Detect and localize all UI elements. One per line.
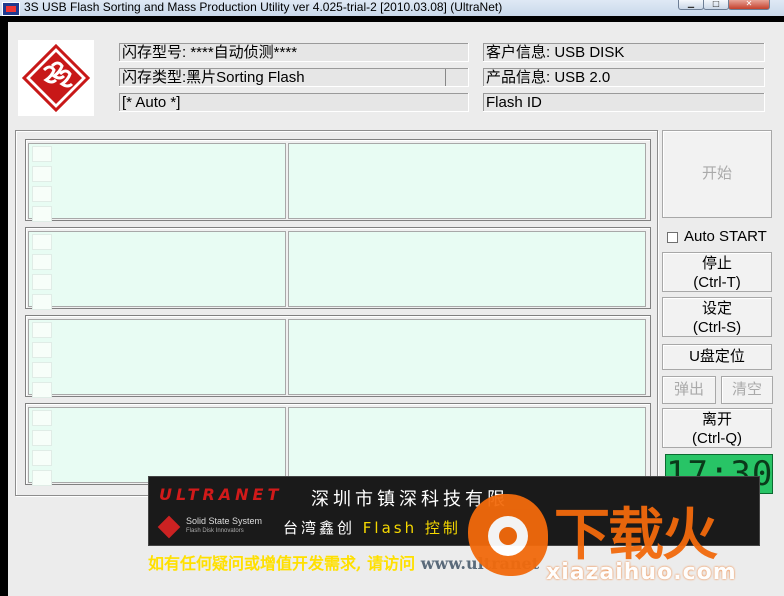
start-button[interactable]: 开始: [662, 130, 772, 218]
port-list: [15, 130, 658, 496]
auto-start-checkbox[interactable]: Auto START: [665, 227, 773, 247]
stop-shortcut: (Ctrl-T): [693, 274, 741, 291]
eject-button[interactable]: 弹出: [662, 376, 716, 404]
maximize-button[interactable]: □: [703, 0, 729, 10]
sss-logo: Solid State System Flash Disk Innovators: [157, 515, 267, 540]
watermark-chars: 下载火: [554, 503, 718, 568]
app-icon: [2, 2, 20, 16]
flash-type-label: 闪存类型:黑片Sorting Flash: [122, 69, 305, 86]
window-controls: ▁ □ ✕: [678, 0, 770, 10]
port-status-pane: [28, 319, 286, 398]
sss-diamond-icon: [157, 515, 181, 539]
sss-name: Solid State System: [186, 516, 263, 526]
watermark: 下载火 xiazaihuo.com: [462, 486, 784, 596]
port-slot-3[interactable]: [25, 315, 651, 398]
banner-line2-highlight: Flash 控制: [362, 519, 461, 537]
flash-type-field: 闪存类型:黑片Sorting Flash: [119, 68, 469, 87]
udisk-locate-button[interactable]: U盘定位: [662, 344, 772, 370]
title-bar: 3S USB Flash Sorting and Mass Production…: [0, 0, 784, 16]
product-info-field: 产品信息: USB 2.0: [483, 68, 765, 87]
auto-mode-field: [* Auto *]: [119, 93, 469, 112]
close-button[interactable]: ✕: [728, 0, 770, 10]
port-status-pane: [28, 143, 286, 222]
port-slot-4[interactable]: [25, 403, 651, 486]
port-detail-pane: [288, 143, 646, 219]
port-detail-pane: [288, 231, 646, 307]
flash-model-field: 闪存型号: ****自动侦测****: [119, 43, 469, 62]
settings-button[interactable]: 设定 (Ctrl-S): [662, 297, 772, 337]
exit-button[interactable]: 离开 (Ctrl-Q): [662, 408, 772, 448]
field-divider: [445, 69, 446, 86]
auto-start-label: Auto START: [684, 228, 767, 245]
port-slot-2[interactable]: [25, 227, 651, 310]
sss-tagline: Flash Disk Innovators: [186, 528, 244, 534]
3s-logo: [18, 40, 94, 116]
watermark-site: xiazaihuo.com: [546, 560, 737, 585]
download-badge-icon: [468, 494, 548, 576]
exit-shortcut: (Ctrl-Q): [692, 430, 742, 447]
ultranet-logo: ULTRANET: [159, 485, 283, 504]
settings-label: 设定: [701, 300, 732, 317]
port-status-pane: [28, 231, 286, 310]
banner-controller-line: 台湾鑫创 Flash 控制: [283, 517, 461, 538]
banner-line2-prefix: 台湾鑫创: [283, 519, 356, 537]
window-title: 3S USB Flash Sorting and Mass Production…: [24, 0, 503, 14]
minimize-button[interactable]: ▁: [678, 0, 704, 10]
stop-button[interactable]: 停止 (Ctrl-T): [662, 252, 772, 292]
clear-button[interactable]: 清空: [721, 376, 773, 404]
customer-info-field: 客户信息: USB DISK: [483, 43, 765, 62]
footer-text: 如有任何疑问或增值开发需求, 请访问: [148, 554, 421, 573]
port-detail-pane: [288, 407, 646, 483]
checkbox-box[interactable]: [667, 232, 678, 243]
settings-shortcut: (Ctrl-S): [692, 319, 742, 336]
flash-id-field: Flash ID: [483, 93, 765, 112]
exit-label: 离开: [701, 411, 732, 428]
stop-label: 停止: [701, 255, 732, 272]
port-detail-pane: [288, 319, 646, 395]
port-status-pane: [28, 407, 286, 486]
port-slot-1[interactable]: [25, 139, 651, 222]
